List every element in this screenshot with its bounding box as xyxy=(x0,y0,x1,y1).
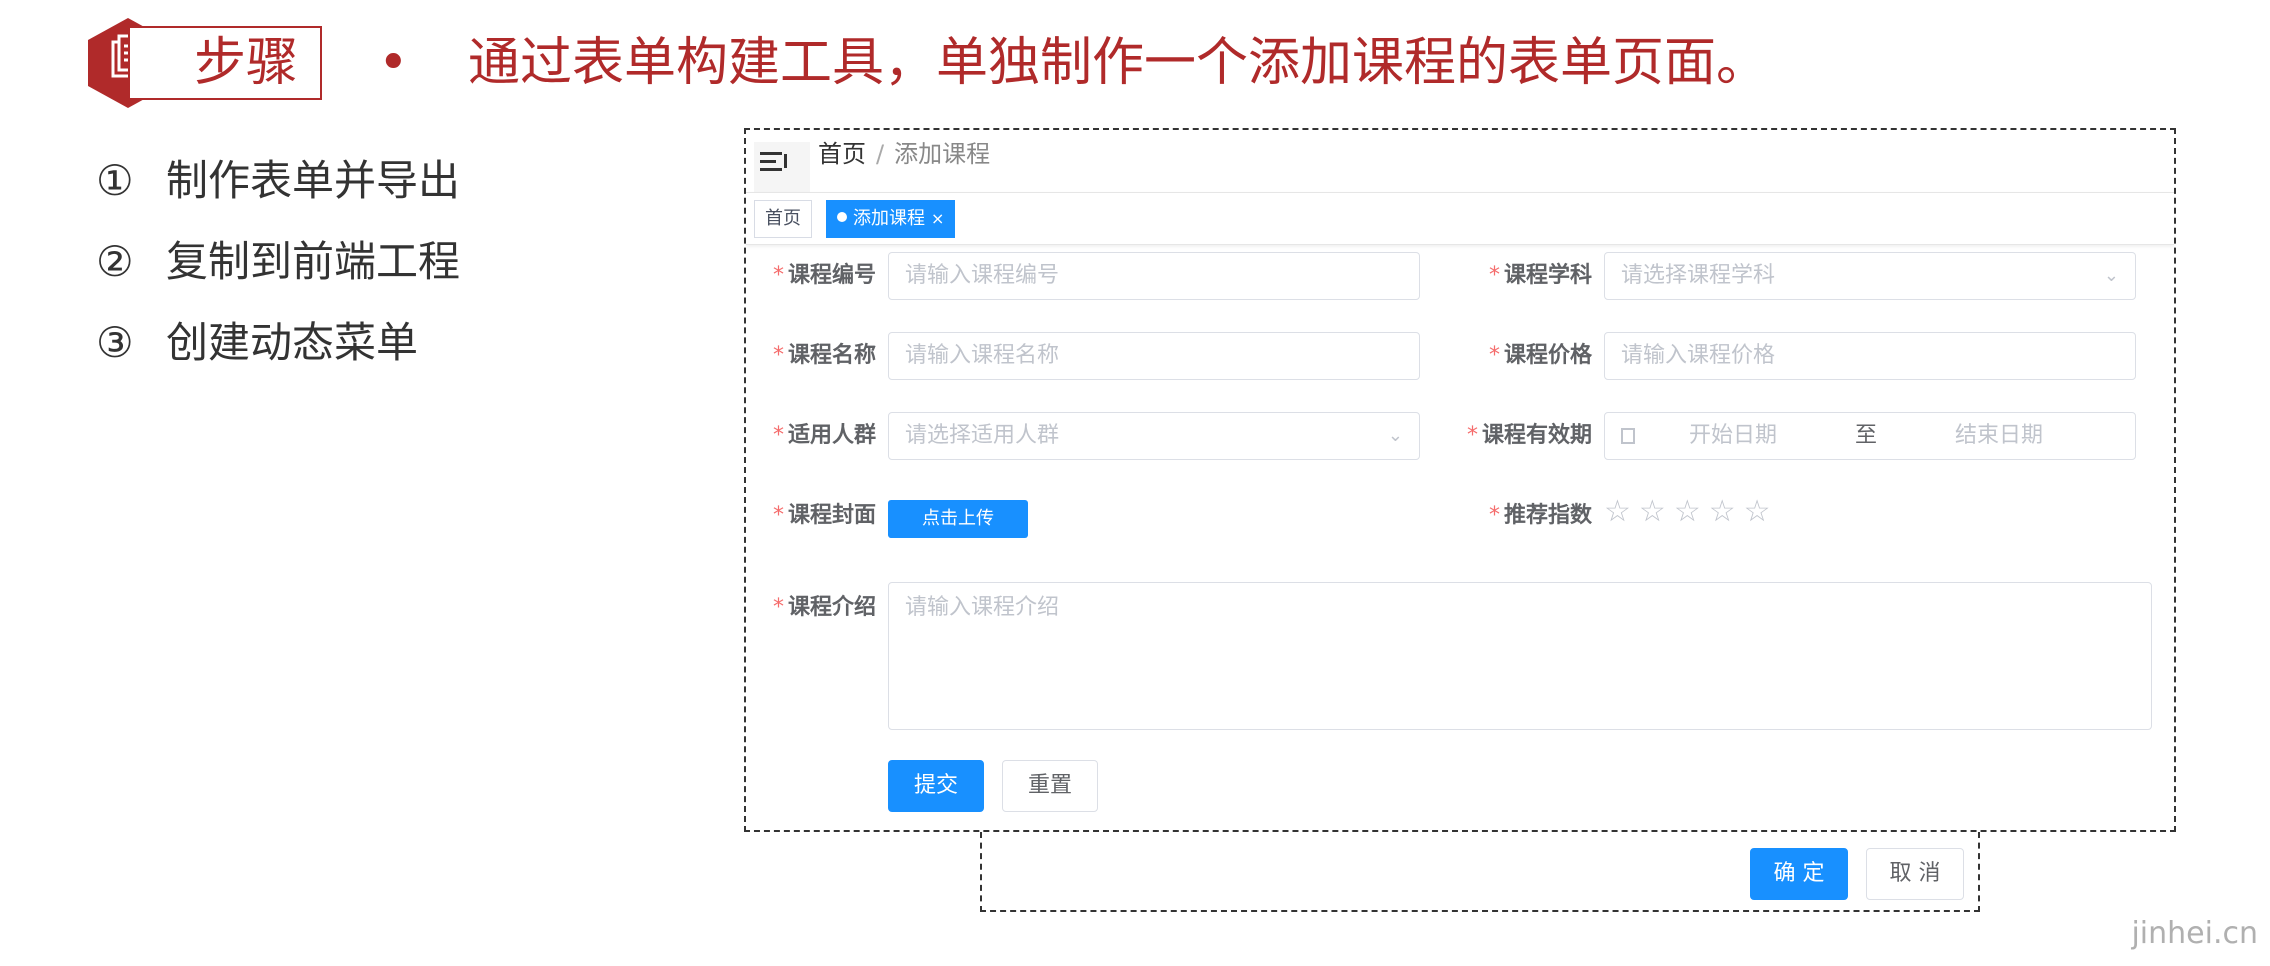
steps-list: ① 制作表单并导出 ② 复制到前端工程 ③ 创建动态菜单 xyxy=(96,150,460,393)
course-price-input[interactable]: 请输入课程价格 xyxy=(1604,332,2136,380)
reset-button[interactable]: 重置 xyxy=(1002,760,1098,812)
label-cover: * 课程封面 xyxy=(772,503,876,528)
dialog-footer: 确 定 取 消 xyxy=(980,832,1980,912)
validity-date-range[interactable]: 开始日期 至 结束日期 xyxy=(1604,412,2136,460)
step-item: ① 制作表单并导出 xyxy=(96,150,460,231)
calendar-icon xyxy=(1621,428,1635,444)
step-number: ② xyxy=(96,237,134,286)
star-icon[interactable]: ☆ xyxy=(1674,494,1709,529)
date-range-separator: 至 xyxy=(1855,423,1878,448)
audience-select[interactable]: 请选择适用人群 ⌄ xyxy=(888,412,1420,460)
active-dot-icon xyxy=(837,212,847,222)
tab-label: 添加课程 xyxy=(853,208,925,229)
breadcrumb-current: 添加课程 xyxy=(894,140,991,168)
step-tag-label: 步骤 xyxy=(194,33,299,93)
label-audience: * 适用人群 xyxy=(772,423,876,448)
step-item: ③ 创建动态菜单 xyxy=(96,312,460,393)
label-rating: * 推荐指数 xyxy=(1488,503,1592,528)
step-text: 制作表单并导出 xyxy=(166,156,461,205)
slide-title: 通过表单构建工具，单独制作一个添加课程的表单页面。 xyxy=(468,33,1769,93)
upload-button[interactable]: 点击上传 xyxy=(888,500,1028,538)
label-validity: * 课程有效期 xyxy=(1466,423,1592,448)
label-course-price: * 课程价格 xyxy=(1488,343,1592,368)
cancel-button[interactable]: 取 消 xyxy=(1866,848,1964,900)
chevron-down-icon: ⌄ xyxy=(1387,425,1403,446)
breadcrumb-home[interactable]: 首页 xyxy=(818,140,866,168)
star-icon[interactable]: ☆ xyxy=(1604,494,1639,529)
step-text: 复制到前端工程 xyxy=(166,237,461,286)
breadcrumb-separator: / xyxy=(876,140,885,168)
close-icon[interactable]: × xyxy=(931,209,944,228)
course-code-input[interactable]: 请输入课程编号 xyxy=(888,252,1420,300)
hamburger-icon[interactable] xyxy=(754,142,810,192)
tags-view: 首页 添加课程 × xyxy=(746,192,2174,245)
intro-textarea[interactable]: 请输入课程介绍 xyxy=(888,582,2152,730)
confirm-button[interactable]: 确 定 xyxy=(1750,848,1848,900)
course-subject-select[interactable]: 请选择课程学科 ⌄ xyxy=(1604,252,2136,300)
star-icon[interactable]: ☆ xyxy=(1744,494,1779,529)
step-item: ② 复制到前端工程 xyxy=(96,231,460,312)
submit-button[interactable]: 提交 xyxy=(888,760,984,812)
course-name-input[interactable]: 请输入课程名称 xyxy=(888,332,1420,380)
end-date-input[interactable]: 结束日期 xyxy=(1955,423,2043,448)
title-bullet: • xyxy=(378,33,409,93)
start-date-input[interactable]: 开始日期 xyxy=(1689,423,1777,448)
star-icon[interactable]: ☆ xyxy=(1639,494,1674,529)
tab-home[interactable]: 首页 xyxy=(754,200,812,238)
label-intro: * 课程介绍 xyxy=(772,595,876,620)
app-screenshot: 首页 / 添加课程 首页 添加课程 × * 课程编号 请输入课程编号 * 课程学科 请选择… xyxy=(744,128,2176,832)
label-course-subject: * 课程学科 xyxy=(1488,263,1592,288)
rating-stars[interactable]: ☆☆☆☆☆ xyxy=(1604,494,1779,529)
star-icon[interactable]: ☆ xyxy=(1709,494,1744,529)
step-text: 创建动态菜单 xyxy=(166,318,419,367)
top-navbar: 首页 / 添加课程 xyxy=(746,130,2174,193)
tab-label: 首页 xyxy=(765,208,801,229)
breadcrumb: 首页 / 添加课程 xyxy=(818,136,990,172)
watermark: jinhei.cn xyxy=(2131,916,2258,951)
step-number: ③ xyxy=(96,318,134,367)
label-course-name: * 课程名称 xyxy=(772,343,876,368)
tab-add-course[interactable]: 添加课程 × xyxy=(826,200,956,238)
label-course-code: * 课程编号 xyxy=(772,263,876,288)
chevron-down-icon: ⌄ xyxy=(2103,265,2119,286)
step-number: ① xyxy=(96,156,134,205)
